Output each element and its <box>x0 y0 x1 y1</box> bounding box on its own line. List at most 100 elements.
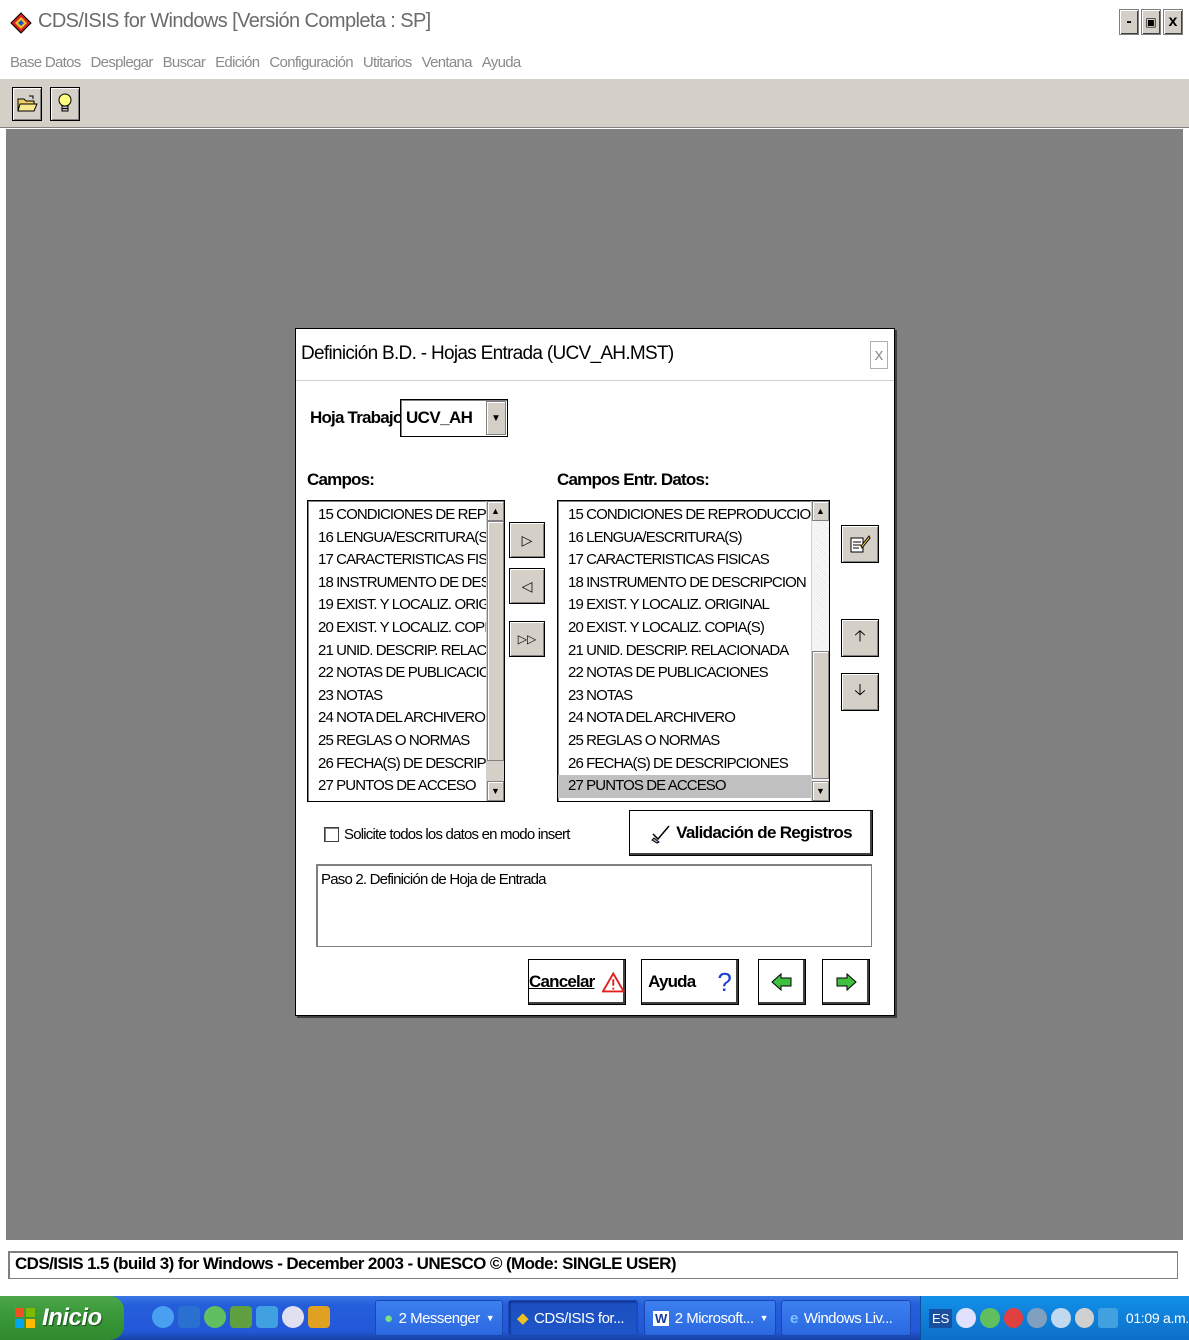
field-row[interactable]: 24 NOTA DEL ARCHIVERO <box>308 707 504 730</box>
menu-bar: Base Datos Desplegar Buscar Edición Conf… <box>0 46 1189 78</box>
entry-field-row[interactable]: 20 EXIST. Y LOCALIZ. COPIA(S) <box>558 617 829 640</box>
fields-scrollbar[interactable]: ▲ ▼ <box>486 501 504 801</box>
minimize-button[interactable]: - <box>1119 9 1139 35</box>
field-row[interactable]: 18 INSTRUMENTO DE DESCRI <box>308 572 504 595</box>
scroll-down-icon[interactable]: ▼ <box>812 781 829 801</box>
task-windows-live[interactable]: e Windows Liv... <box>781 1300 911 1336</box>
menu-ventana[interactable]: Ventana <box>422 54 473 71</box>
field-row[interactable]: 25 REGLAS O NORMAS <box>308 730 504 753</box>
move-down-button[interactable]: 🡣 <box>841 673 879 711</box>
field-row[interactable]: 19 EXIST. Y LOCALIZ. ORIGIN <box>308 594 504 617</box>
window-controls: - ▣ x <box>1119 9 1183 35</box>
task-cds-isis-label: CDS/ISIS for... <box>534 1309 625 1327</box>
tray-antivirus-icon[interactable] <box>1003 1308 1024 1328</box>
remove-field-button[interactable]: ◁ <box>509 568 545 604</box>
tray-network-icon[interactable] <box>1027 1308 1047 1328</box>
task-microsoft-word[interactable]: W 2 Microsoft... ▼ <box>644 1300 776 1336</box>
entry-field-row[interactable]: 27 PUNTOS DE ACCESO <box>558 775 829 798</box>
start-button[interactable]: Inicio <box>0 1296 124 1340</box>
tray-app-icon[interactable] <box>1074 1308 1095 1328</box>
move-up-button[interactable]: 🡡 <box>841 619 879 657</box>
help-button[interactable]: Ayuda ? <box>641 959 739 1005</box>
dialog-close-button[interactable]: x <box>870 341 888 369</box>
scroll-up-icon[interactable]: ▲ <box>487 501 504 521</box>
field-row[interactable]: 23 NOTAS <box>308 685 504 708</box>
field-row[interactable]: 22 NOTAS DE PUBLICACIONES <box>308 662 504 685</box>
tray-expand-icon[interactable] <box>956 1308 976 1328</box>
menu-utilitarios[interactable]: Utitarios <box>363 54 412 71</box>
menu-base-datos[interactable]: Base Datos <box>10 54 81 71</box>
menu-ayuda[interactable]: Ayuda <box>482 54 521 71</box>
language-indicator[interactable]: ES <box>929 1308 953 1328</box>
field-row[interactable]: 20 EXIST. Y LOCALIZ. COPIA( <box>308 617 504 640</box>
add-field-button[interactable]: ▷ <box>509 522 545 558</box>
tray-messenger-icon[interactable] <box>979 1308 1000 1328</box>
cancel-button[interactable]: Cancelar <box>528 959 626 1005</box>
entry-field-row[interactable]: 19 EXIST. Y LOCALIZ. ORIGINAL <box>558 594 829 617</box>
entry-field-row[interactable]: 26 FECHA(S) DE DESCRIPCIONES <box>558 753 829 776</box>
entry-field-row[interactable]: 21 UNID. DESCRIP. RELACIONADA <box>558 640 829 663</box>
windows-logo-icon <box>15 1308 35 1328</box>
app-quicklaunch-icon[interactable] <box>230 1306 252 1328</box>
chevron-down-icon[interactable]: ▼ <box>486 401 506 435</box>
open-database-button[interactable] <box>12 87 42 121</box>
scroll-thumb[interactable] <box>812 651 829 779</box>
insert-mode-label: Solicite todos los datos en modo insert <box>344 826 570 843</box>
entry-field-row[interactable]: 25 REGLAS O NORMAS <box>558 730 829 753</box>
validate-records-button[interactable]: Validación de Registros <box>629 810 873 856</box>
entry-field-row[interactable]: 17 CARACTERISTICAS FISICAS <box>558 549 829 572</box>
worksheet-select[interactable]: UCV_AH ▼ <box>400 399 508 437</box>
entry-field-row[interactable]: 23 NOTAS <box>558 685 829 708</box>
next-step-button[interactable] <box>822 959 870 1005</box>
scroll-down-icon[interactable]: ▼ <box>487 781 504 801</box>
entry-field-row[interactable]: 16 LENGUA/ESCRITURA(S) <box>558 527 829 550</box>
window-title: CDS/ISIS for Windows [Versión Completa :… <box>38 10 431 32</box>
dialog-title: Definición B.D. - Hojas Entrada (UCV_AH.… <box>301 343 674 364</box>
field-row[interactable]: 27 PUNTOS DE ACCESO <box>308 775 504 798</box>
field-row[interactable]: 17 CARACTERISTICAS FISICA <box>308 549 504 572</box>
task-cds-isis[interactable]: ◆ CDS/ISIS for... <box>508 1300 638 1336</box>
clock: 01:09 a.m. <box>1125 1310 1189 1326</box>
vc-quicklaunch-icon[interactable] <box>256 1306 278 1328</box>
ie-quicklaunch-icon[interactable] <box>152 1306 174 1328</box>
field-row[interactable]: 15 CONDICIONES DE REPROD <box>308 504 504 527</box>
arrow-left-icon <box>771 973 792 991</box>
close-button[interactable]: x <box>1163 9 1183 35</box>
field-row[interactable]: 26 FECHA(S) DE DESCRIPCIO <box>308 753 504 776</box>
scroll-up-icon[interactable]: ▲ <box>812 501 829 521</box>
field-row[interactable]: 21 UNID. DESCRIP. RELACION <box>308 640 504 663</box>
scroll-thumb[interactable] <box>487 521 504 761</box>
restore-button[interactable]: ▣ <box>1141 9 1161 35</box>
tool-quicklaunch-icon[interactable] <box>308 1306 330 1328</box>
desktop-quicklaunch-icon[interactable] <box>178 1306 200 1328</box>
menu-configuracion[interactable]: Configuración <box>269 54 353 71</box>
previous-step-button[interactable] <box>758 959 806 1005</box>
entry-fields-scrollbar[interactable]: ▲ ▼ <box>811 501 829 801</box>
field-row[interactable]: 16 LENGUA/ESCRITURA(S) <box>308 527 504 550</box>
insert-mode-checkbox[interactable] <box>324 827 339 842</box>
messenger-quicklaunch-icon[interactable] <box>204 1306 226 1328</box>
tray-vc-icon[interactable] <box>1098 1308 1118 1328</box>
menu-buscar[interactable]: Buscar <box>163 54 206 71</box>
entry-fields-rows: 15 CONDICIONES DE REPRODUCCION 16 LENGUA/… <box>558 501 829 798</box>
ie-icon: e <box>790 1309 798 1327</box>
entry-field-row[interactable]: 22 NOTAS DE PUBLICACIONES <box>558 662 829 685</box>
question-mark-icon: ? <box>717 966 732 997</box>
edit-field-button[interactable] <box>841 525 879 563</box>
entry-field-row[interactable]: 15 CONDICIONES DE REPRODUCCION <box>558 504 829 527</box>
add-all-fields-button[interactable]: ▷▷ <box>509 621 545 657</box>
help-tip-button[interactable] <box>50 87 80 121</box>
step-message: Paso 2. Definición de Hoja de Entrada <box>316 864 872 947</box>
fields-listbox[interactable]: 15 CONDICIONES DE REPROD 16 LENGUA/ESCRIT… <box>307 500 505 802</box>
entry-field-row[interactable]: 18 INSTRUMENTO DE DESCRIPCION <box>558 572 829 595</box>
media-player-quicklaunch-icon[interactable] <box>282 1306 304 1328</box>
task-messenger[interactable]: ● 2 Messenger ▼ <box>375 1300 503 1336</box>
dialog-title-bar: Definición B.D. - Hojas Entrada (UCV_AH.… <box>296 329 894 381</box>
entry-field-row[interactable]: 24 NOTA DEL ARCHIVERO <box>558 707 829 730</box>
menu-desplegar[interactable]: Desplegar <box>91 54 154 71</box>
cds-isis-icon: ◆ <box>517 1310 529 1327</box>
menu-edicion[interactable]: Edición <box>215 54 260 71</box>
entry-fields-listbox[interactable]: 15 CONDICIONES DE REPRODUCCION 16 LENGUA/… <box>557 500 830 802</box>
arrow-right-icon <box>836 973 857 991</box>
tray-search-icon[interactable] <box>1050 1308 1071 1328</box>
